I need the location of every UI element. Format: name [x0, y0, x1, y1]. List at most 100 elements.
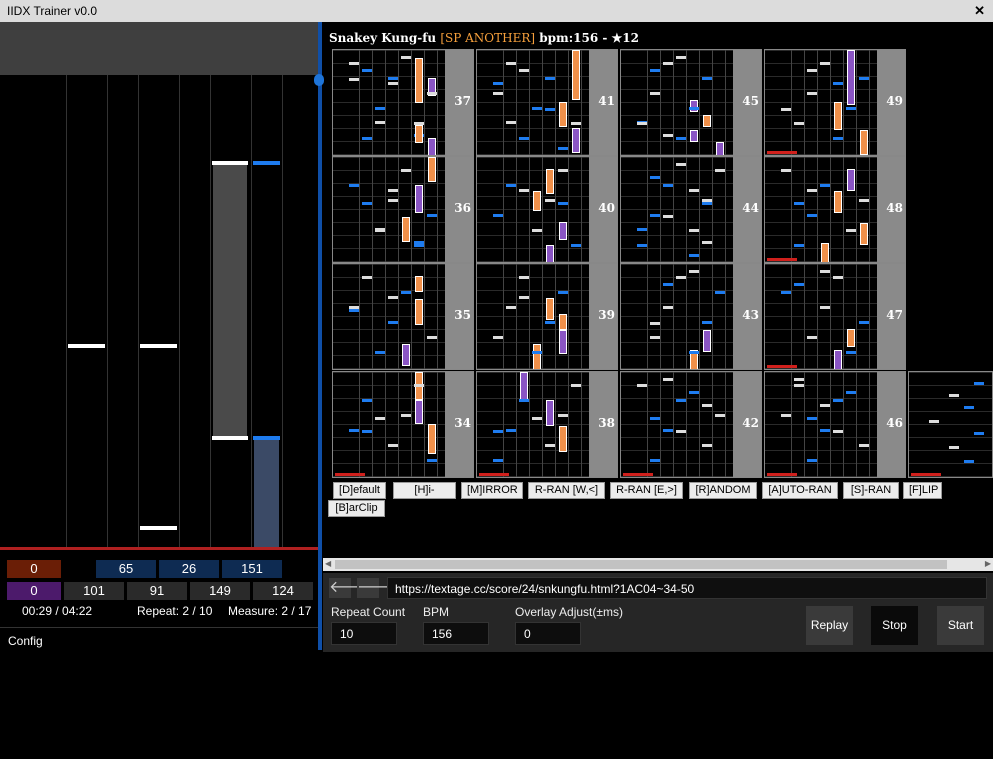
note-marker	[833, 82, 843, 85]
config-label: Config	[8, 634, 43, 648]
option-button[interactable]: [H]i-Speed	[393, 482, 456, 511]
note	[212, 161, 248, 165]
note-marker	[362, 69, 372, 72]
horizontal-scrollbar[interactable]: ◀ ▶	[323, 558, 993, 571]
note-marker	[689, 391, 699, 394]
hold-marker	[559, 222, 567, 240]
stat-count: 151	[222, 560, 282, 578]
measure-status: Measure: 2 / 17	[228, 604, 312, 618]
option-button[interactable]: [A]UTO-RAN	[762, 482, 838, 499]
note	[140, 344, 177, 348]
start-button[interactable]: Start	[937, 606, 984, 645]
note-marker	[493, 336, 503, 339]
hold-note	[254, 438, 279, 550]
scroll-left-icon[interactable]: ◀	[325, 559, 331, 568]
bpm-input[interactable]: 156	[423, 622, 489, 645]
hold-marker	[690, 130, 698, 142]
measure-number: 39	[598, 308, 615, 322]
measure: 42	[620, 371, 762, 478]
hold-marker	[546, 298, 554, 320]
note-marker	[401, 56, 411, 59]
splitter[interactable]	[318, 22, 322, 650]
note-marker	[349, 429, 359, 432]
note-marker	[820, 429, 830, 432]
note-marker	[702, 202, 712, 205]
hold-marker	[415, 185, 423, 213]
note-marker	[833, 430, 843, 433]
note-marker	[362, 430, 372, 433]
scroll-right-icon[interactable]: ▶	[985, 559, 991, 568]
measure-number-column: 36	[445, 157, 473, 262]
note-marker	[807, 459, 817, 462]
hold-marker	[559, 426, 567, 452]
measure-number-column: 46	[877, 372, 905, 477]
option-button[interactable]: [B]arClip	[328, 500, 385, 517]
hold-marker	[572, 128, 580, 153]
measure-number: 47	[886, 308, 903, 322]
measure-number-column: 34	[445, 372, 473, 477]
note-marker	[663, 134, 673, 137]
note-marker	[794, 378, 804, 381]
option-button[interactable]: [M]IRROR	[461, 482, 523, 499]
measure-number-column: 45	[733, 50, 761, 155]
repeat-count-input[interactable]: 10	[331, 622, 397, 645]
forward-arrow-icon[interactable]: 🡒	[357, 578, 400, 598]
note-marker	[859, 199, 869, 202]
hold-marker	[415, 125, 423, 143]
option-button[interactable]: [S]-RAN	[843, 482, 899, 499]
note-marker	[427, 214, 437, 217]
note-marker	[375, 351, 385, 354]
note-marker	[807, 336, 817, 339]
measure: 43	[620, 263, 762, 370]
option-button[interactable]: [D]efault	[333, 482, 386, 499]
note-marker	[637, 384, 647, 387]
scratch-marker	[623, 473, 653, 476]
measure-number: 41	[598, 94, 615, 108]
measure-number-column: 44	[733, 157, 761, 262]
option-button[interactable]: [F]LIP	[903, 482, 942, 499]
option-button[interactable]: [R]ANDOM	[689, 482, 757, 499]
note-marker	[493, 214, 503, 217]
measure-number: 43	[742, 308, 759, 322]
scratch-marker	[767, 473, 797, 476]
option-button[interactable]: R-RAN [W,<]	[528, 482, 605, 499]
note-marker	[663, 306, 673, 309]
note-marker	[794, 384, 804, 387]
measure-number-column: 35	[445, 264, 473, 369]
note-marker	[663, 215, 673, 218]
measure: 36	[332, 156, 474, 263]
replay-button[interactable]: Replay	[806, 606, 853, 645]
scroll-thumb[interactable]	[335, 560, 947, 569]
note-marker	[702, 241, 712, 244]
note-marker	[506, 429, 516, 432]
option-button[interactable]: R-RAN [E,>]	[610, 482, 683, 499]
note-marker	[427, 336, 437, 339]
note-marker	[820, 184, 830, 187]
hold-marker	[402, 344, 410, 366]
url-input[interactable]: https://textage.cc/score/24/snkungfu.htm…	[387, 577, 987, 599]
measure: 39	[476, 263, 618, 370]
measure-number: 34	[454, 416, 471, 430]
measure: 40	[476, 156, 618, 263]
note-marker	[519, 399, 529, 402]
close-icon[interactable]: ✕	[974, 3, 985, 19]
hold-marker	[860, 223, 868, 245]
stop-button[interactable]: Stop	[871, 606, 918, 645]
back-arrow-icon[interactable]: 🡐	[329, 578, 372, 598]
note-marker	[781, 169, 791, 172]
note-marker	[414, 244, 424, 247]
stat-count: 65	[96, 560, 156, 578]
overlay-adjust-input[interactable]: 0	[515, 622, 581, 645]
note-marker	[558, 147, 568, 150]
scratch-marker	[767, 258, 797, 261]
config-button[interactable]: Config	[0, 627, 318, 652]
note-marker	[506, 306, 516, 309]
measure: 46	[764, 371, 906, 478]
play-field-header	[0, 22, 320, 75]
note-marker	[375, 417, 385, 420]
song-difficulty: [SP ANOTHER]	[440, 31, 536, 45]
scratch-marker	[335, 473, 365, 476]
measure-number: 45	[742, 94, 759, 108]
splitter-handle[interactable]	[314, 74, 324, 86]
note-marker	[702, 404, 712, 407]
